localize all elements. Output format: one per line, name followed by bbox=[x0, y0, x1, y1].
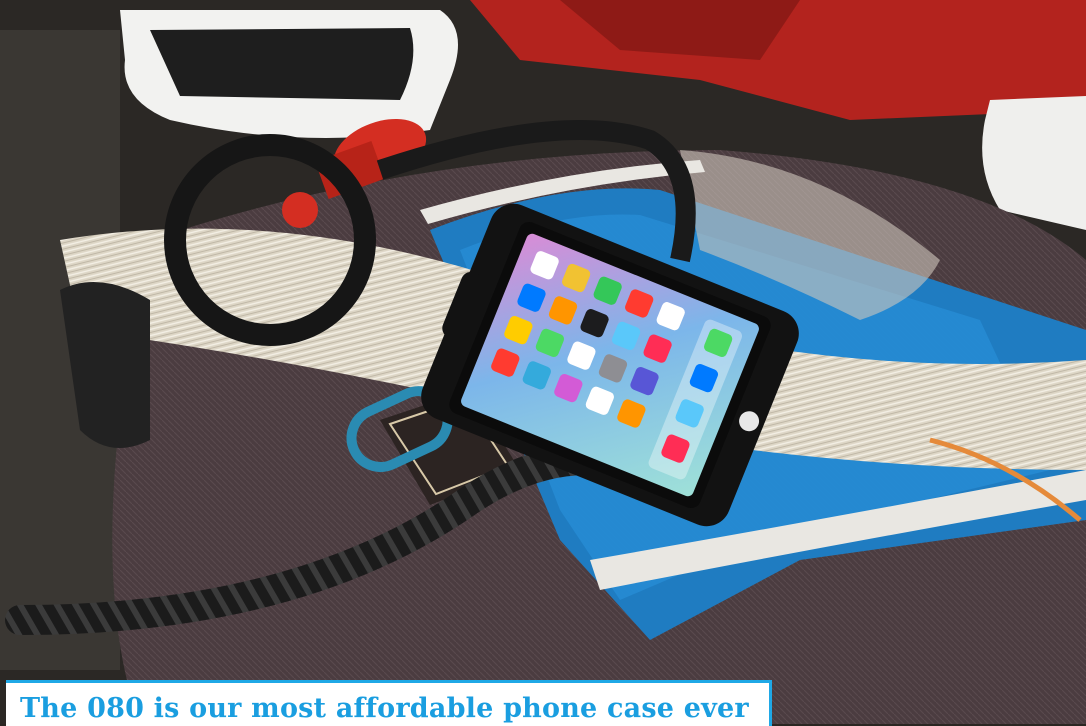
product-photo bbox=[0, 0, 1086, 724]
caption-banner: The 080 is our most affordable phone cas… bbox=[6, 680, 772, 726]
caption-text: The 080 is our most affordable phone cas… bbox=[20, 693, 749, 724]
